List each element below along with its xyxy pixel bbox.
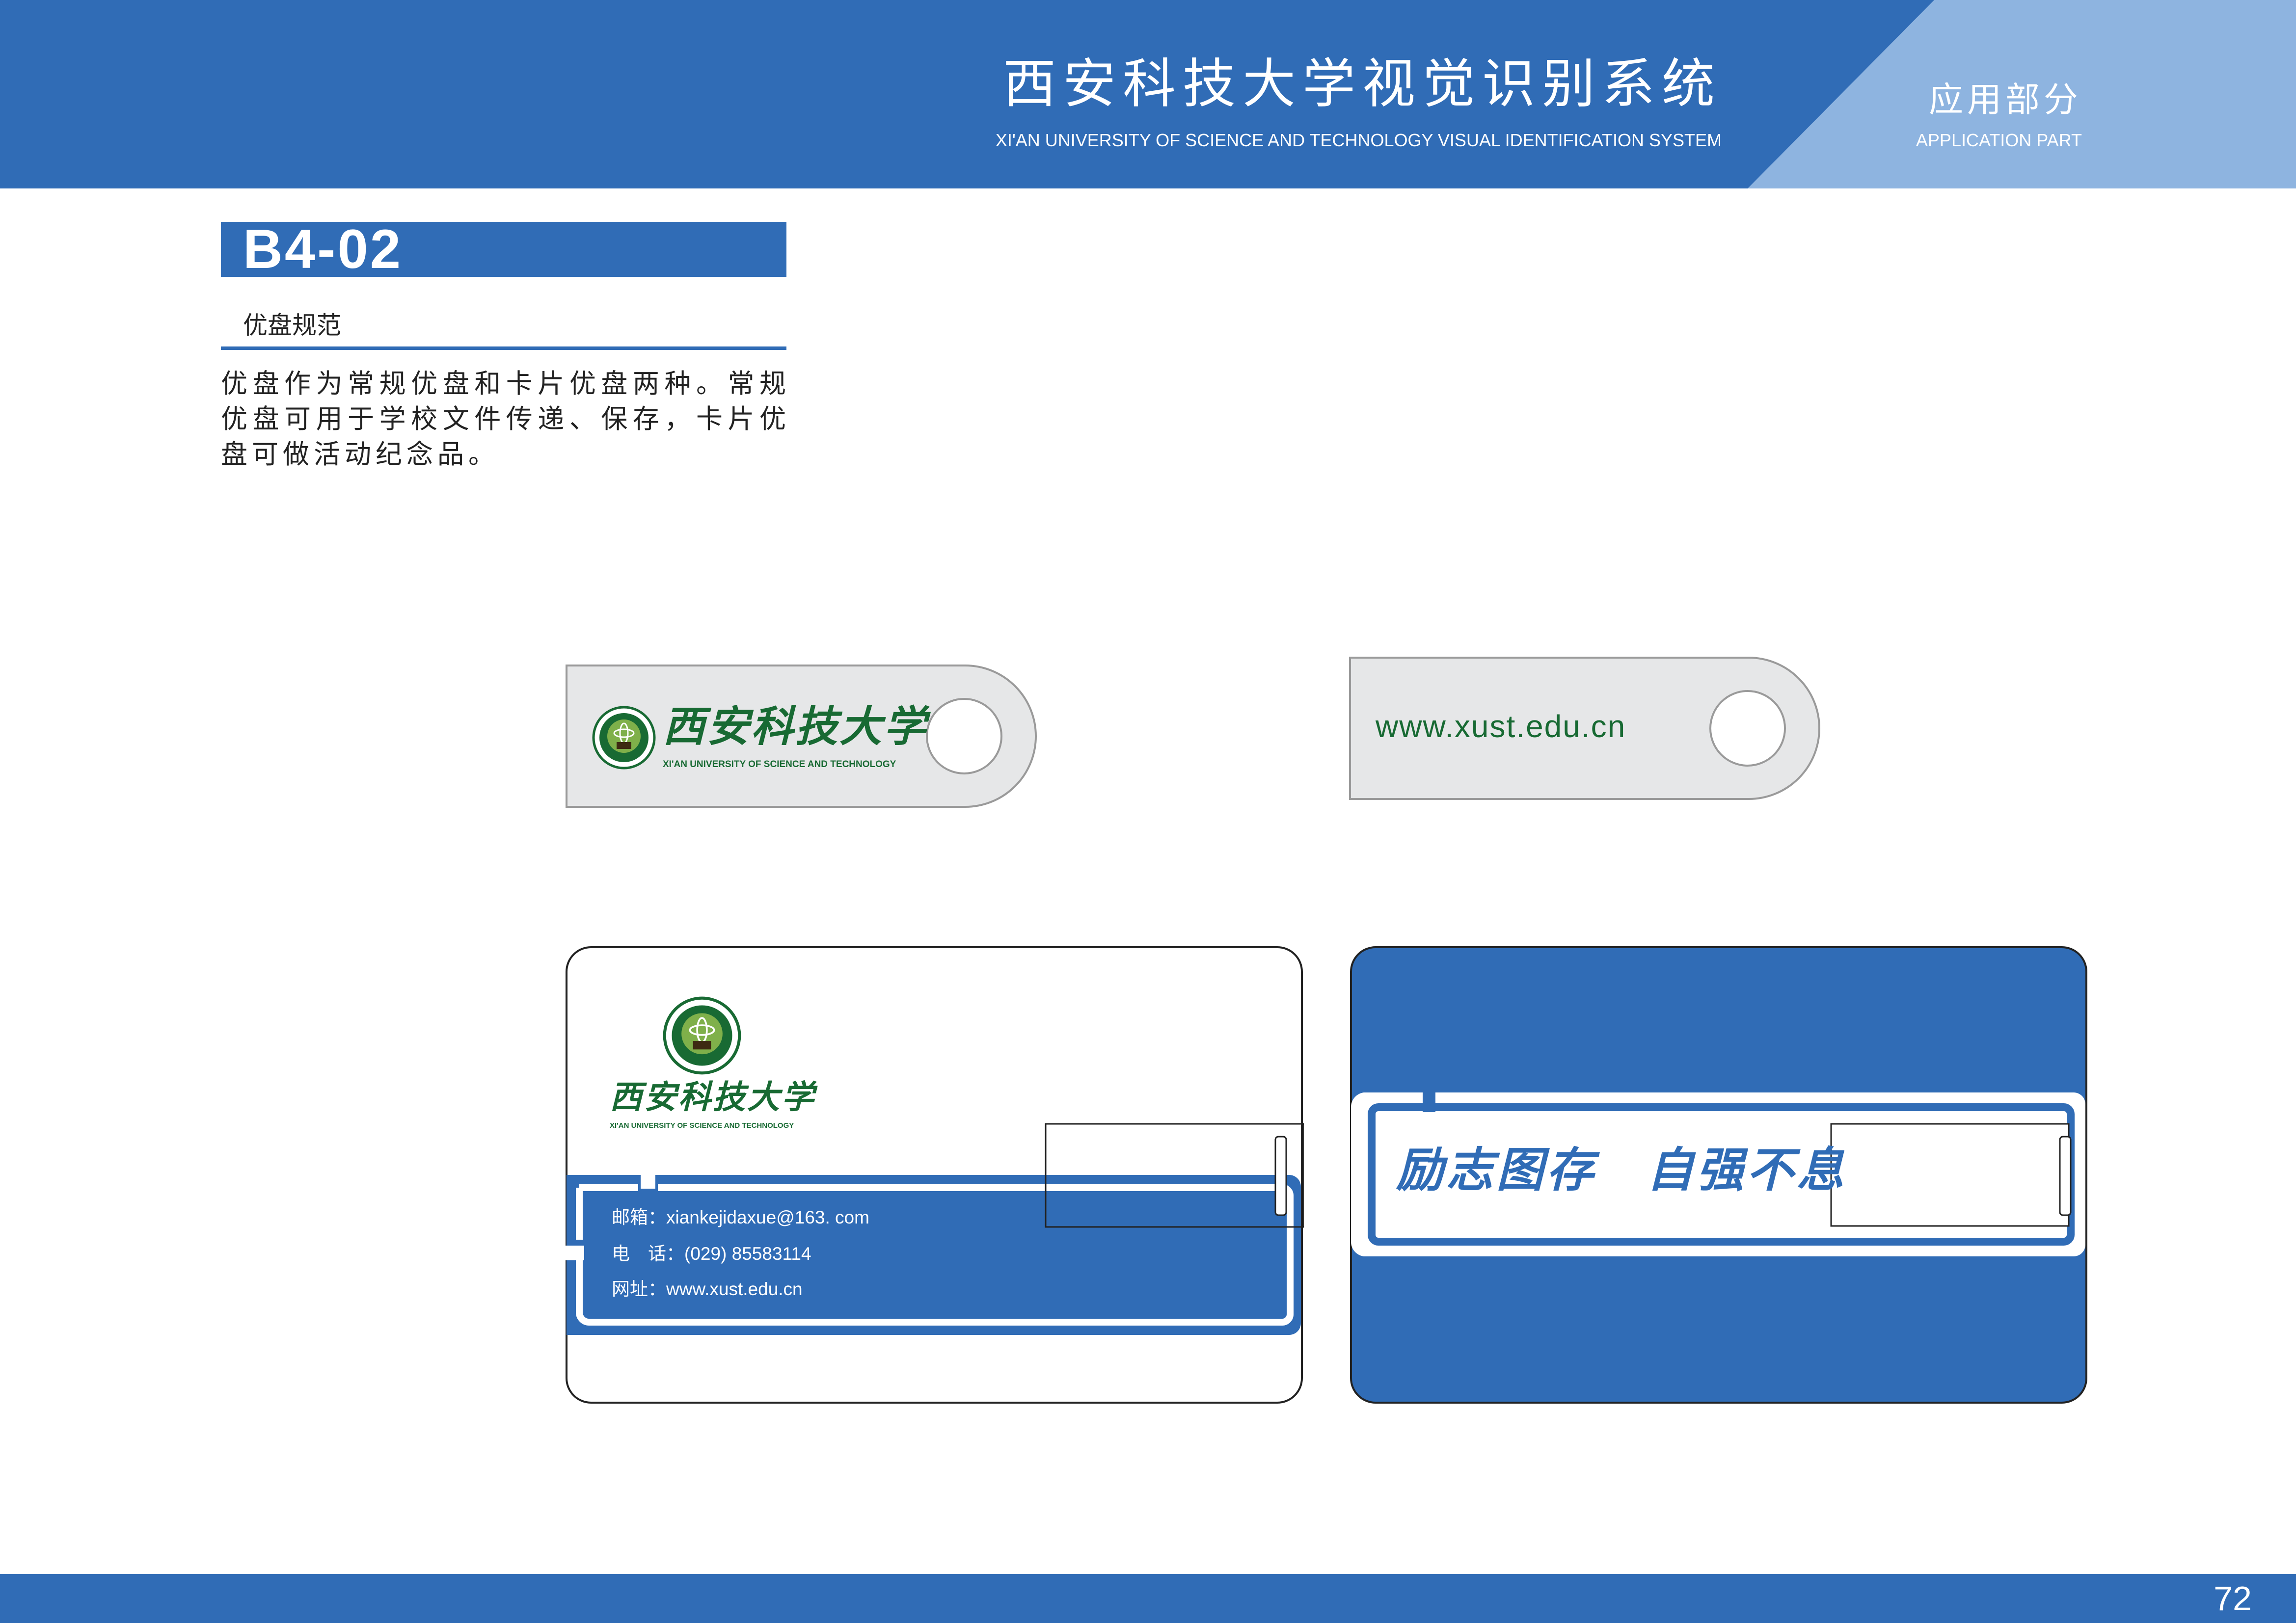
card-usb-blue: 励志图存 自强不息	[1349, 945, 2088, 1405]
section-code: B4-02	[243, 218, 403, 280]
header-title: 西安科技大学视觉识别系统	[1002, 53, 1722, 115]
card-usb-white: 西安科技大学 XI'AN UNIVERSITY OF SCIENCE AND T…	[565, 945, 1304, 1405]
logo-english-name: XI'AN UNIVERSITY OF SCIENCE AND TECHNOLO…	[610, 1121, 794, 1130]
card-website: 网址：www.xust.edu.cn	[612, 1279, 803, 1299]
card-motto: 励志图存 自强不息	[1396, 1142, 1847, 1197]
page-header: 西安科技大学视觉识别系统 XI'AN UNIVERSITY OF SCIENCE…	[0, 0, 2296, 188]
section-title: 优盘规范	[243, 311, 341, 340]
header-part: 应用部分	[1929, 80, 2082, 120]
logo-chinese-name: 西安科技大学	[663, 702, 928, 751]
logo-chinese-name: 西安科技大学	[610, 1078, 816, 1116]
university-seal-icon	[663, 996, 741, 1075]
card-email: 邮箱：xiankejidaxue@163. com	[612, 1207, 869, 1227]
logo-english-name: XI'AN UNIVERSITY OF SCIENCE AND TECHNOLO…	[663, 759, 896, 770]
university-seal-icon	[592, 706, 656, 770]
page-number: 72	[2214, 1579, 2252, 1618]
page-footer	[0, 1574, 2296, 1623]
header-part-subtitle: APPLICATION PART	[1916, 130, 2082, 150]
usb-url-text: www.xust.edu.cn	[1376, 709, 1626, 744]
section-title-rule	[221, 346, 786, 350]
header-subtitle: XI'AN UNIVERSITY OF SCIENCE AND TECHNOLO…	[995, 130, 1722, 150]
section-description: 优盘作为常规优盘和卡片优盘两种。常规优盘可用于学校文件传递、保存，卡片优盘可做活…	[221, 368, 790, 470]
card-phone: 电 话：(029) 85583114	[612, 1244, 811, 1264]
usb-drive-logo: 西安科技大学 XI'AN UNIVERSITY OF SCIENCE AND T…	[565, 664, 1038, 809]
usb-drive-url: www.xust.edu.cn	[1348, 656, 1821, 801]
